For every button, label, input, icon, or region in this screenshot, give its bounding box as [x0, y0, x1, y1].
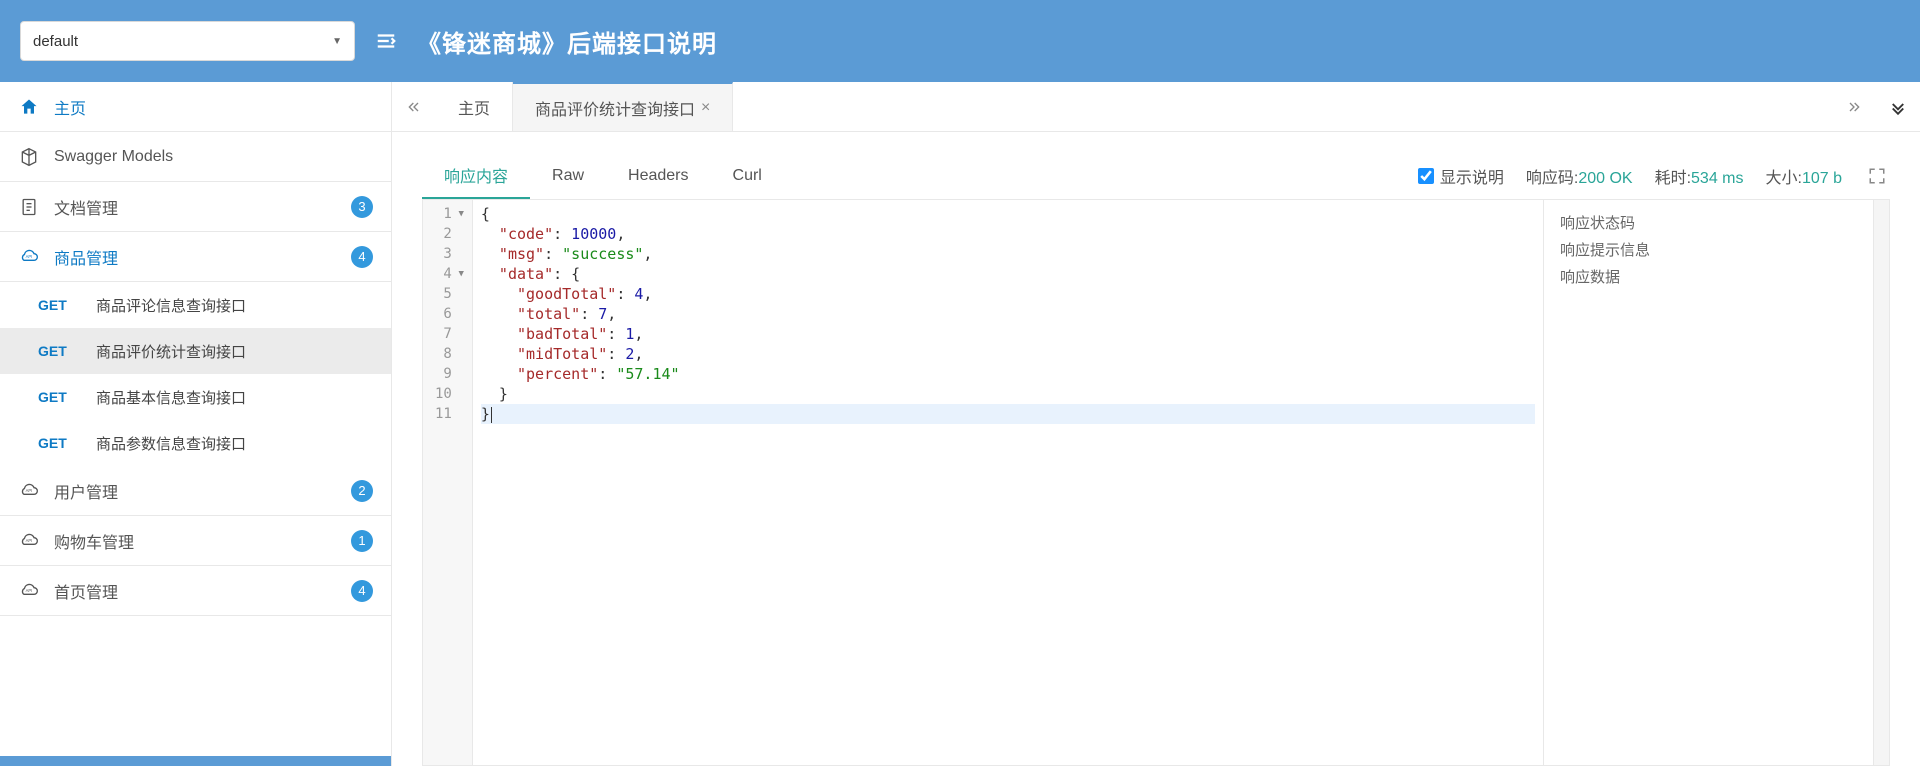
show-description-checkbox[interactable]: 显示说明	[1418, 164, 1504, 188]
sidebar-item-label: Swagger Models	[54, 148, 373, 166]
sidebar-badge: 4	[351, 246, 373, 268]
http-method: GET	[38, 343, 74, 359]
svg-text:API: API	[26, 487, 33, 492]
sidebar-item-4[interactable]: API 购物车管理 1	[0, 516, 391, 566]
description-line: 响应提示信息	[1560, 239, 1857, 260]
chevron-down-icon: ▼	[332, 36, 342, 47]
response-tab-3[interactable]: Curl	[711, 152, 784, 199]
sidebar-subitem-0[interactable]: GET 商品评论信息查询接口	[0, 282, 391, 328]
response-body: 1▼234▼567891011 { "code": 10000, "msg": …	[422, 200, 1890, 766]
svg-text:API: API	[26, 587, 33, 592]
sidebar-item-label: 文档管理	[54, 195, 337, 219]
sidebar-badge: 2	[351, 480, 373, 502]
line-gutter: 1▼234▼567891011	[423, 200, 473, 765]
sidebar-badge: 1	[351, 530, 373, 552]
response-status: 响应码:200 OK	[1526, 164, 1633, 188]
code-editor[interactable]: 1▼234▼567891011 { "code": 10000, "msg": …	[423, 200, 1543, 765]
sidebar-subitem-label: 商品参数信息查询接口	[96, 433, 246, 454]
sidebar-home-label: 主页	[54, 95, 373, 119]
tab-label: 商品评价统计查询接口	[535, 96, 695, 120]
tabs-next-button[interactable]	[1832, 82, 1876, 131]
fullscreen-icon[interactable]	[1864, 167, 1890, 185]
sidebar-subitem-label: 商品评价统计查询接口	[96, 341, 246, 362]
sidebar-icon: API	[18, 530, 40, 552]
home-icon	[18, 96, 40, 118]
tab-0[interactable]: 主页	[436, 82, 513, 131]
sidebar: 主页 Swagger Models 文档管理 3 API 商品管理 4 GET 商品评论信息查…	[0, 82, 392, 766]
page-title: 《锋迷商城》后端接口说明	[417, 24, 717, 59]
response-header: 响应内容RawHeadersCurl 显示说明 响应码:200 OK 耗时:53…	[422, 152, 1890, 200]
sidebar-item-label: 购物车管理	[54, 529, 337, 553]
sidebar-icon	[18, 146, 40, 168]
code-content[interactable]: { "code": 10000, "msg": "success", "data…	[473, 200, 1543, 765]
tab-1[interactable]: 商品评价统计查询接口 ×	[513, 82, 733, 131]
sidebar-item-label: 用户管理	[54, 479, 337, 503]
sidebar-icon	[18, 196, 40, 218]
menu-toggle-icon[interactable]	[375, 30, 397, 52]
response-size: 大小:107 b	[1766, 164, 1843, 188]
sidebar-badge: 4	[351, 580, 373, 602]
show-description-input[interactable]	[1418, 168, 1434, 184]
sidebar-item-1[interactable]: 文档管理 3	[0, 182, 391, 232]
svg-text:API: API	[26, 537, 33, 542]
header: default ▼ 《锋迷商城》后端接口说明	[0, 0, 1920, 82]
sidebar-subitem-1[interactable]: GET 商品评价统计查询接口	[0, 328, 391, 374]
response-tab-1[interactable]: Raw	[530, 152, 606, 199]
sidebar-icon: API	[18, 580, 40, 602]
sidebar-item-5[interactable]: API 首页管理 4	[0, 566, 391, 616]
response-time: 耗时:534 ms	[1655, 164, 1744, 188]
sidebar-subitem-2[interactable]: GET 商品基本信息查询接口	[0, 374, 391, 420]
scrollbar[interactable]	[1873, 200, 1889, 765]
response-tab-2[interactable]: Headers	[606, 152, 710, 199]
description-line: 响应状态码	[1560, 212, 1857, 233]
response-tab-0[interactable]: 响应内容	[422, 152, 530, 199]
sidebar-footer-bar	[0, 756, 391, 766]
tabs-menu-button[interactable]	[1876, 82, 1920, 131]
description-panel: 响应状态码响应提示信息响应数据	[1543, 200, 1873, 765]
svg-text:API: API	[26, 253, 33, 258]
description-line: 响应数据	[1560, 266, 1857, 287]
tabs-bar: 主页 商品评价统计查询接口 ×	[392, 82, 1920, 132]
sidebar-subitem-label: 商品基本信息查询接口	[96, 387, 246, 408]
sidebar-icon: API	[18, 480, 40, 502]
sidebar-subitem-label: 商品评论信息查询接口	[96, 295, 246, 316]
http-method: GET	[38, 297, 74, 313]
select-value: default	[33, 33, 78, 50]
api-group-select[interactable]: default ▼	[20, 21, 355, 61]
tabs-prev-button[interactable]	[392, 82, 436, 131]
sidebar-item-3[interactable]: API 用户管理 2	[0, 466, 391, 516]
show-description-label: 显示说明	[1440, 164, 1504, 188]
close-icon[interactable]: ×	[701, 99, 710, 117]
sidebar-badge: 3	[351, 196, 373, 218]
sidebar-item-label: 首页管理	[54, 579, 337, 603]
sidebar-icon: API	[18, 246, 40, 268]
sidebar-item-2[interactable]: API 商品管理 4	[0, 232, 391, 282]
http-method: GET	[38, 435, 74, 451]
sidebar-item-0[interactable]: Swagger Models	[0, 132, 391, 182]
http-method: GET	[38, 389, 74, 405]
sidebar-item-label: 商品管理	[54, 245, 337, 269]
sidebar-home[interactable]: 主页	[0, 82, 391, 132]
tab-label: 主页	[458, 95, 490, 119]
sidebar-subitem-3[interactable]: GET 商品参数信息查询接口	[0, 420, 391, 466]
